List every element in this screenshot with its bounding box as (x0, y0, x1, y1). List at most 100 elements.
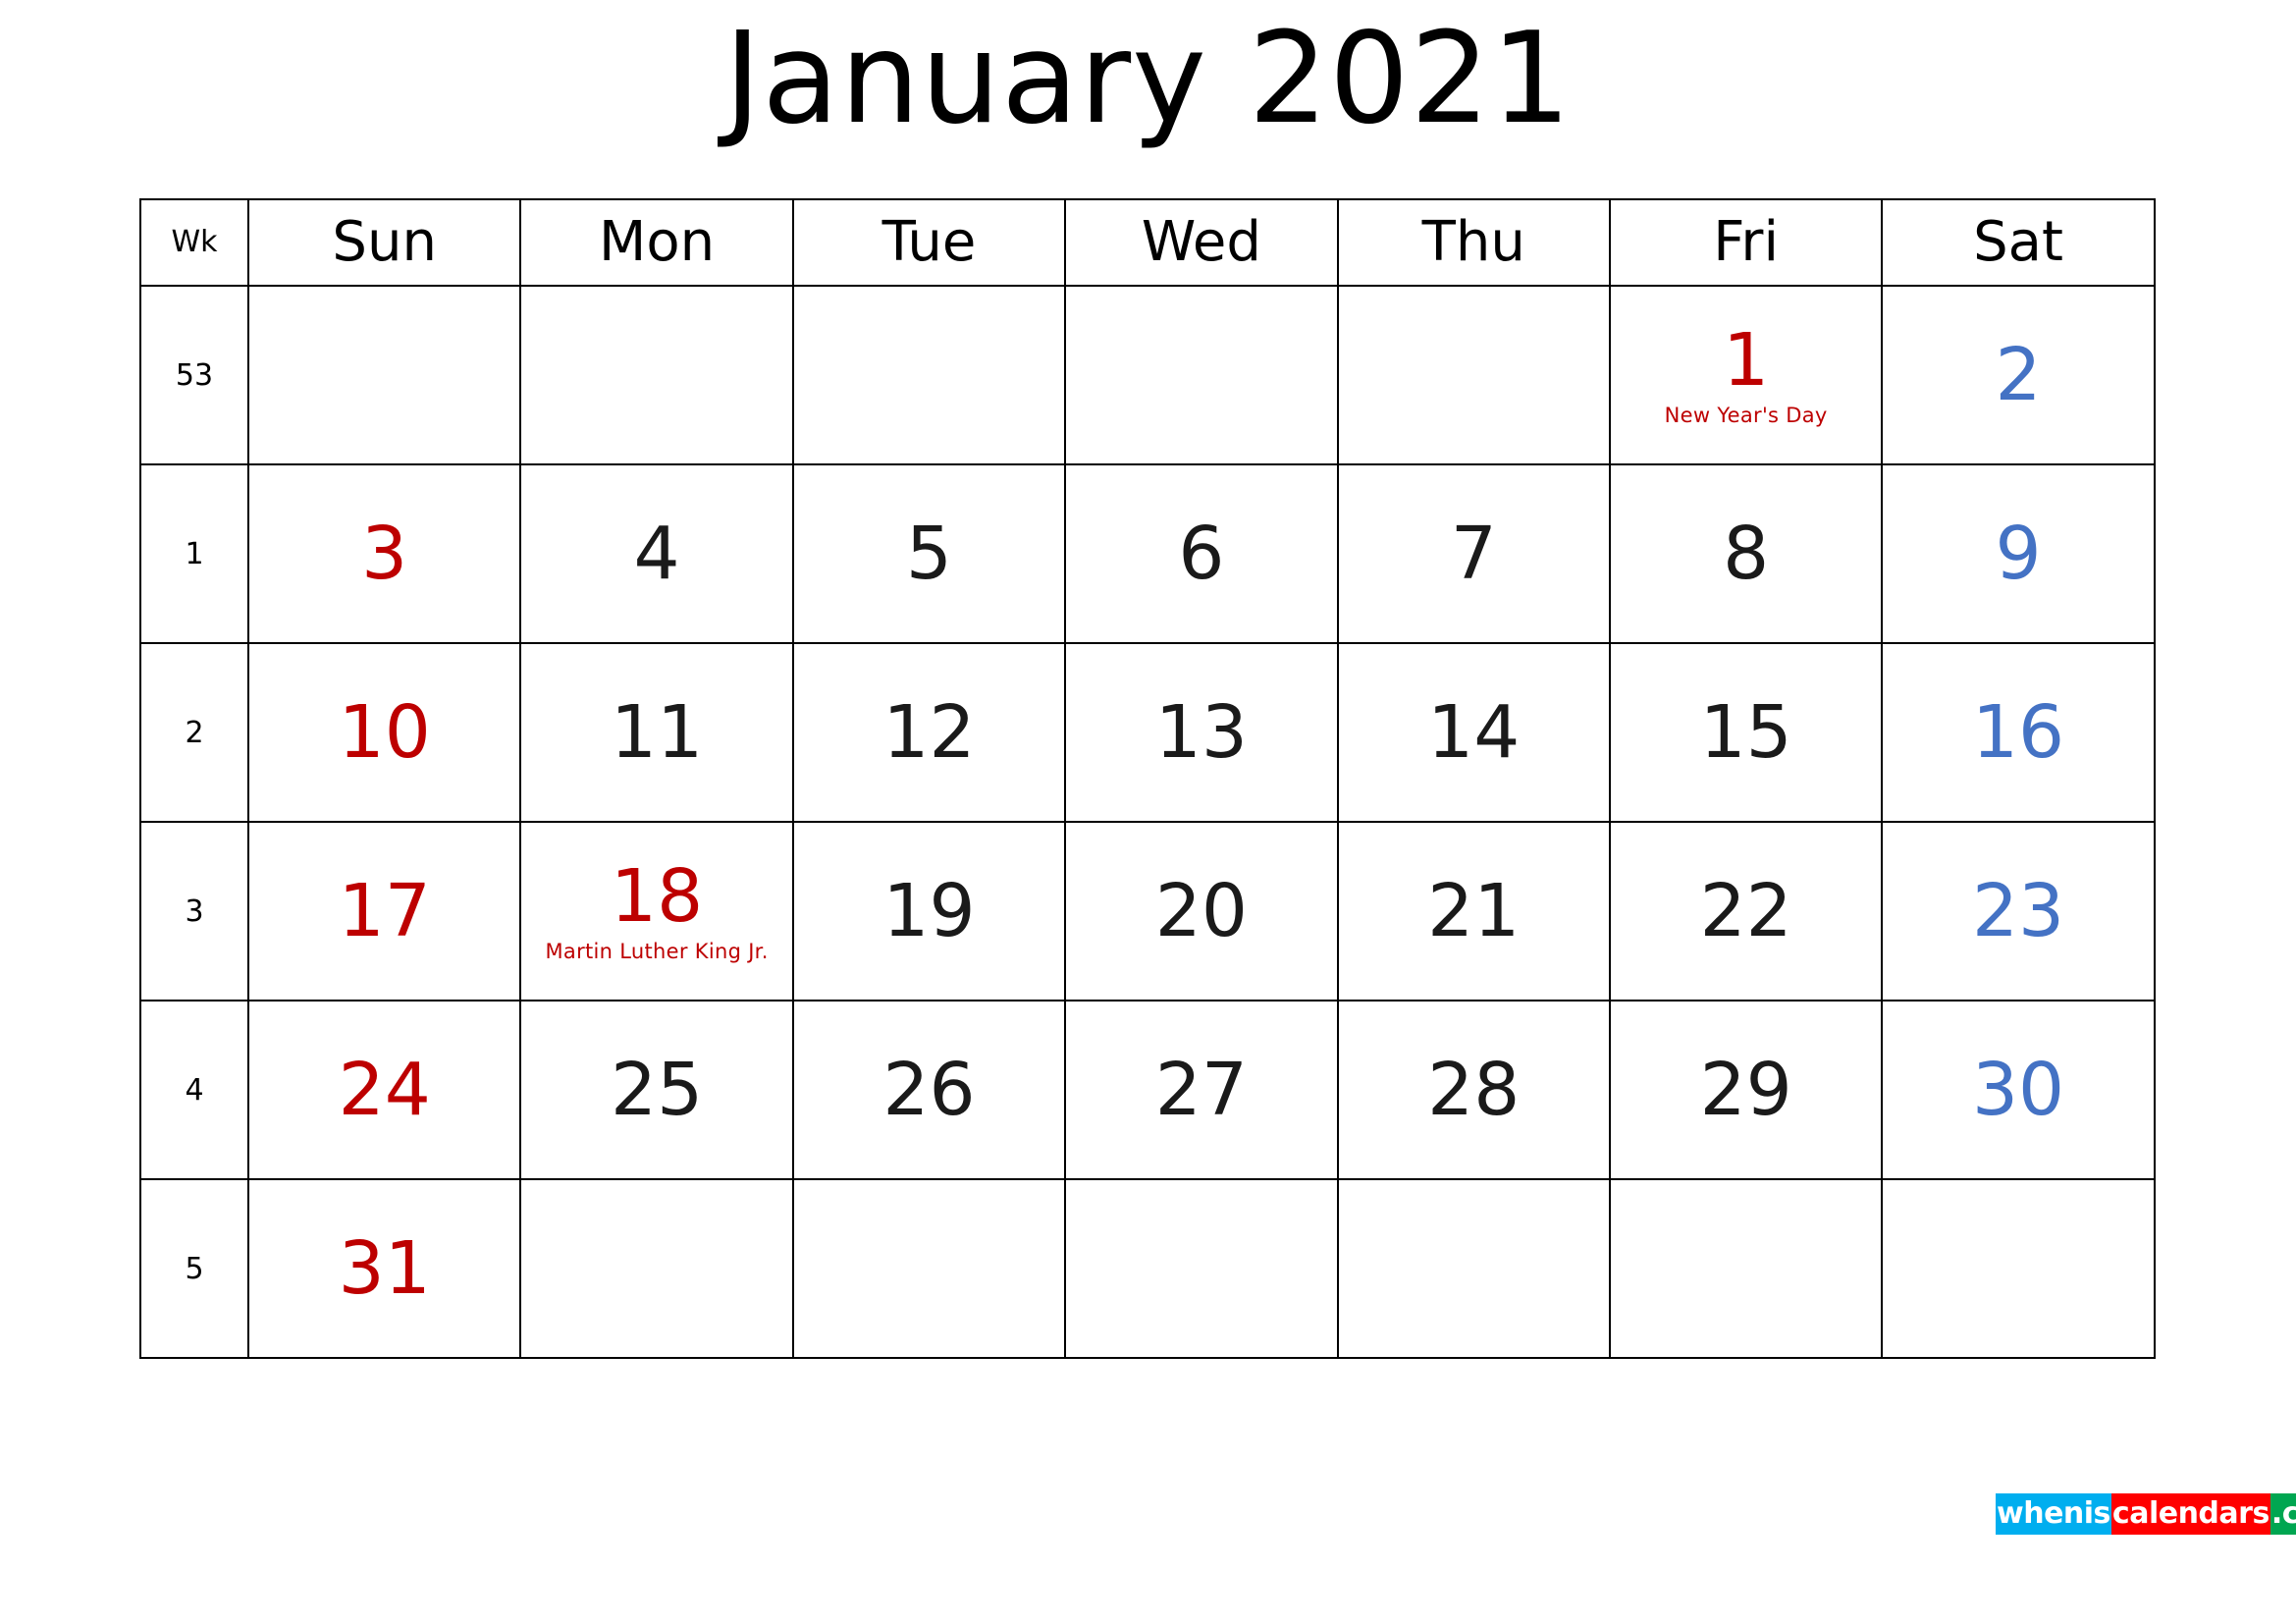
day-cell-thu[interactable]: 7 (1336, 463, 1611, 644)
calendar-table: Wk Sun Mon Tue Wed Thu Fri Sat 53 1 New … (139, 198, 2156, 1359)
day-number: 30 (1971, 1048, 2065, 1132)
calendar-body: 53 1 New Year's Day 2 1 3 4 5 6 7 8 9 2 … (139, 285, 2156, 1359)
table-row: 3 17 18 Martin Luther King Jr. 19 20 21 … (139, 821, 2156, 1001)
day-cell-tue[interactable] (791, 285, 1067, 465)
logo-segment-calendars: calendars (2110, 1493, 2270, 1535)
day-number: 18 (611, 854, 704, 939)
day-cell-tue[interactable]: 5 (791, 463, 1067, 644)
day-cell-wed[interactable]: 20 (1064, 821, 1339, 1001)
day-cell-sun[interactable]: 24 (246, 1000, 522, 1180)
header-fri: Fri (1608, 198, 1884, 287)
week-number: 53 (139, 285, 249, 465)
day-cell-mon[interactable] (519, 285, 794, 465)
day-cell-sat[interactable]: 9 (1881, 463, 2156, 644)
day-cell-sun[interactable]: 17 (246, 821, 522, 1001)
day-cell-sat[interactable]: 16 (1881, 642, 2156, 823)
day-cell-wed[interactable] (1064, 285, 1339, 465)
day-cell-tue[interactable] (791, 1178, 1067, 1359)
day-cell-wed[interactable]: 27 (1064, 1000, 1339, 1180)
calendar-grid: Wk Sun Mon Tue Wed Thu Fri Sat 53 1 New … (139, 198, 2156, 1359)
day-cell-fri[interactable]: 8 (1608, 463, 1884, 644)
week-number: 2 (139, 642, 249, 823)
day-number: 14 (1427, 690, 1521, 775)
day-cell-mon[interactable]: 11 (519, 642, 794, 823)
day-number: 23 (1971, 869, 2065, 953)
day-cell-wed[interactable]: 13 (1064, 642, 1339, 823)
calendar-header-row: Wk Sun Mon Tue Wed Thu Fri Sat (139, 198, 2156, 287)
day-cell-mon[interactable]: 4 (519, 463, 794, 644)
day-cell-thu[interactable] (1336, 1178, 1611, 1359)
day-number: 26 (882, 1048, 976, 1132)
day-number: 7 (1450, 512, 1497, 596)
day-cell-mon[interactable]: 18 Martin Luther King Jr. (519, 821, 794, 1001)
day-cell-fri[interactable] (1608, 1178, 1884, 1359)
day-cell-thu[interactable] (1336, 285, 1611, 465)
day-cell-sat[interactable]: 30 (1881, 1000, 2156, 1180)
day-number: 3 (361, 512, 408, 596)
day-number: 22 (1699, 869, 1792, 953)
day-number: 21 (1427, 869, 1521, 953)
day-cell-tue[interactable]: 26 (791, 1000, 1067, 1180)
day-number: 5 (905, 512, 953, 596)
week-number: 3 (139, 821, 249, 1001)
day-number: 25 (611, 1048, 704, 1132)
day-cell-sat[interactable]: 23 (1881, 821, 2156, 1001)
header-mon: Mon (519, 198, 794, 287)
day-number: 6 (1178, 512, 1225, 596)
day-number: 27 (1154, 1048, 1248, 1132)
day-number: 19 (882, 869, 976, 953)
day-cell-wed[interactable]: 6 (1064, 463, 1339, 644)
day-cell-sat[interactable] (1881, 1178, 2156, 1359)
day-cell-tue[interactable]: 12 (791, 642, 1067, 823)
day-number: 20 (1154, 869, 1248, 953)
table-row: 1 3 4 5 6 7 8 9 (139, 463, 2156, 644)
day-cell-mon[interactable] (519, 1178, 794, 1359)
day-number: 29 (1699, 1048, 1792, 1132)
day-cell-thu[interactable]: 28 (1336, 1000, 1611, 1180)
week-number: 4 (139, 1000, 249, 1180)
day-cell-thu[interactable]: 14 (1336, 642, 1611, 823)
table-row: 53 1 New Year's Day 2 (139, 285, 2156, 465)
day-number: 1 (1723, 318, 1770, 403)
site-logo[interactable]: whenis calendars .com (1996, 1493, 2296, 1535)
day-cell-fri[interactable]: 29 (1608, 1000, 1884, 1180)
day-number: 11 (611, 690, 704, 775)
header-sun: Sun (246, 198, 522, 287)
day-cell-sat[interactable]: 2 (1881, 285, 2156, 465)
day-cell-mon[interactable]: 25 (519, 1000, 794, 1180)
holiday-label: New Year's Day (1664, 404, 1828, 427)
day-number: 15 (1699, 690, 1792, 775)
day-cell-fri[interactable]: 1 New Year's Day (1608, 285, 1884, 465)
day-cell-sun[interactable]: 3 (246, 463, 522, 644)
day-cell-tue[interactable]: 19 (791, 821, 1067, 1001)
header-wed: Wed (1064, 198, 1339, 287)
day-cell-sun[interactable]: 31 (246, 1178, 522, 1359)
day-number: 10 (338, 690, 431, 775)
logo-segment-com: .com (2269, 1493, 2296, 1535)
day-cell-wed[interactable] (1064, 1178, 1339, 1359)
day-cell-sun[interactable] (246, 285, 522, 465)
table-row: 2 10 11 12 13 14 15 16 (139, 642, 2156, 823)
header-sat: Sat (1881, 198, 2156, 287)
day-number: 17 (338, 869, 431, 953)
logo-segment-whenis: whenis (1996, 1493, 2111, 1535)
day-number: 16 (1971, 690, 2065, 775)
day-number: 8 (1723, 512, 1770, 596)
day-number: 12 (882, 690, 976, 775)
week-number: 1 (139, 463, 249, 644)
day-number: 2 (1995, 333, 2042, 417)
page-title: January 2021 (723, 6, 1573, 152)
header-thu: Thu (1336, 198, 1611, 287)
header-tue: Tue (791, 198, 1067, 287)
day-number: 4 (633, 512, 680, 596)
header-week: Wk (139, 198, 249, 287)
day-cell-fri[interactable]: 15 (1608, 642, 1884, 823)
day-number: 31 (338, 1226, 431, 1311)
table-row: 5 31 (139, 1178, 2156, 1359)
day-cell-sun[interactable]: 10 (246, 642, 522, 823)
day-number: 24 (338, 1048, 431, 1132)
day-cell-fri[interactable]: 22 (1608, 821, 1884, 1001)
day-number: 13 (1154, 690, 1248, 775)
week-number: 5 (139, 1178, 249, 1359)
day-cell-thu[interactable]: 21 (1336, 821, 1611, 1001)
